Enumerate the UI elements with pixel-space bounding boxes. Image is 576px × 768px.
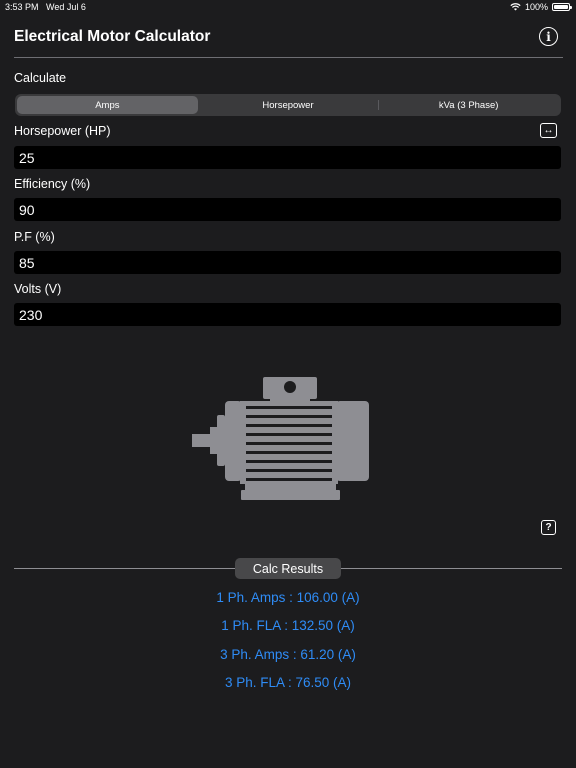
segment-kva-3-phase[interactable]: kVa (3 Phase) bbox=[378, 96, 559, 114]
battery-icon bbox=[552, 3, 572, 11]
result-3ph-fla: 3 Ph. FLA : 76.50 (A) bbox=[224, 675, 352, 690]
efficiency-label: Efficiency (%) bbox=[14, 177, 91, 191]
status-right: 100% bbox=[510, 2, 572, 12]
status-time: 3:53 PM bbox=[5, 2, 39, 12]
electric-motor-illustration bbox=[192, 377, 369, 500]
status-date: Wed Jul 6 bbox=[46, 2, 86, 12]
header-divider bbox=[14, 57, 563, 58]
swap-arrows-icon[interactable]: ↔ bbox=[540, 123, 557, 138]
horsepower-field[interactable]: 25 bbox=[14, 146, 561, 169]
volts-field[interactable]: 230 bbox=[14, 303, 561, 326]
power-factor-label: P.F (%) bbox=[14, 230, 55, 244]
power-factor-field[interactable]: 85 bbox=[14, 251, 561, 274]
wifi-icon bbox=[510, 3, 521, 11]
info-circle-icon[interactable]: i bbox=[539, 27, 558, 46]
result-1ph-fla: 1 Ph. FLA : 132.50 (A) bbox=[221, 618, 355, 633]
question-square-icon[interactable]: ? bbox=[541, 520, 556, 535]
calculate-segmented-control[interactable]: Amps Horsepower kVa (3 Phase) bbox=[15, 94, 561, 116]
horsepower-label: Horsepower (HP) bbox=[14, 124, 111, 138]
result-3ph-amps: 3 Ph. Amps : 61.20 (A) bbox=[220, 647, 356, 662]
efficiency-field[interactable]: 90 bbox=[14, 198, 561, 221]
results-title: Calc Results bbox=[235, 558, 341, 579]
page-title: Electrical Motor Calculator bbox=[14, 28, 211, 45]
volts-label: Volts (V) bbox=[14, 282, 62, 296]
battery-percent: 100% bbox=[524, 2, 548, 12]
segment-amps[interactable]: Amps bbox=[17, 96, 198, 114]
calculate-label: Calculate bbox=[14, 71, 67, 85]
segment-horsepower[interactable]: Horsepower bbox=[198, 96, 379, 114]
status-bar: 3:53 PM Wed Jul 6 100% bbox=[0, 0, 576, 14]
result-1ph-amps: 1 Ph. Amps : 106.00 (A) bbox=[216, 590, 360, 605]
